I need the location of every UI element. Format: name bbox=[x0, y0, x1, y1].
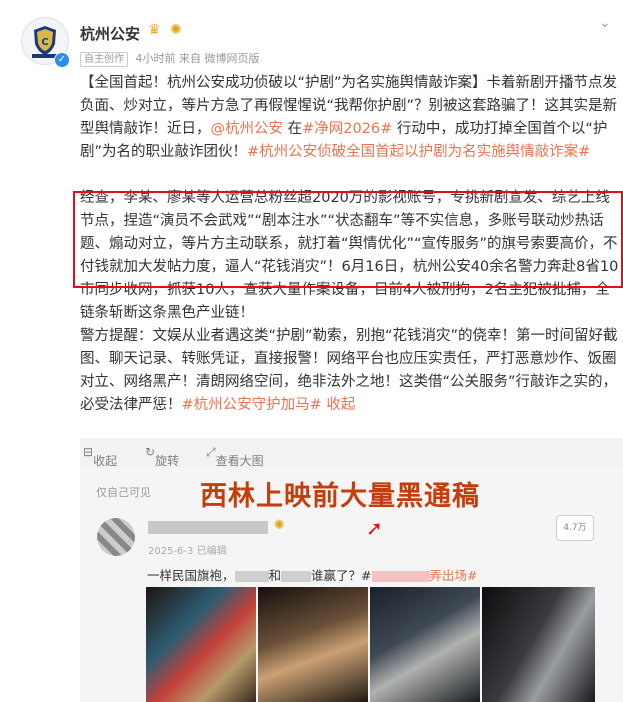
post-header: C ✓ 杭州公安 ♛ ✺ ⌄ 自主创作 4小时前 来自 微博网页版 bbox=[0, 0, 623, 72]
chevron-down-icon[interactable]: ⌄ bbox=[599, 15, 611, 31]
post-source: 来自 微博网页版 bbox=[179, 52, 260, 65]
original-tag: 自主创作 bbox=[80, 52, 128, 67]
verified-icon: ✓ bbox=[54, 52, 70, 68]
sub-post-date: 2025-6-3 已编辑 bbox=[148, 546, 227, 557]
topic-link[interactable]: #杭州公安守护加马# bbox=[182, 397, 322, 413]
svg-text:C: C bbox=[41, 37, 48, 48]
sub-post-text: 一样民国旗袍，和谁赢了？# 弄出场# bbox=[147, 568, 478, 583]
visibility-label: 仅自己可见 bbox=[96, 486, 151, 499]
blurred-name bbox=[281, 571, 312, 582]
blurred-topic bbox=[371, 571, 430, 582]
collapse-link[interactable]: 收起 bbox=[326, 397, 355, 413]
view-large-button[interactable]: ⤢ 查看大图 bbox=[206, 445, 264, 468]
annotation-arrow-icon: ➚ bbox=[366, 516, 383, 540]
blurred-name bbox=[234, 571, 269, 582]
sunflower-icon[interactable]: ✺ bbox=[170, 22, 182, 38]
sub-post-photo bbox=[370, 587, 480, 702]
overlay-caption: 西林上映前大量黑通稿 bbox=[200, 481, 480, 512]
sunflower-icon: ✺ bbox=[274, 518, 285, 533]
post-meta: 自主创作 4小时前 来自 微博网页版 bbox=[80, 50, 260, 67]
mention-link[interactable]: @杭州公安 bbox=[211, 121, 284, 137]
highlight-annotation-box bbox=[73, 191, 623, 288]
topic-link[interactable]: #杭州公安侦破全国首起以护剧为名实施舆情敲诈案# bbox=[247, 144, 590, 160]
sub-post-photo bbox=[258, 587, 368, 702]
blurred-username bbox=[148, 521, 268, 534]
paragraph-3: 警方提醒：文娱从业者遇这类“护剧”勒索，别抱“花钱消灾”的侥幸！第一时间留好截图… bbox=[80, 328, 618, 413]
sub-post-photo bbox=[146, 587, 256, 702]
collapse-button[interactable]: ⊟ 收起 bbox=[83, 445, 117, 468]
paragraph-1: 【全国首起！杭州公安成功侦破以“护剧”为名实施舆情敲诈案】卡着新剧开播节点发负面… bbox=[80, 75, 618, 160]
rotate-button[interactable]: ↻ 旋转 bbox=[145, 445, 179, 468]
crown-icon[interactable]: ♛ bbox=[148, 22, 161, 38]
sub-post-photo bbox=[482, 587, 595, 702]
blurred-avatar bbox=[97, 518, 135, 556]
repost-count: 4.7万 bbox=[556, 515, 594, 541]
topic-link[interactable]: #净网2026# bbox=[302, 121, 392, 137]
post-time[interactable]: 4小时前 bbox=[136, 52, 176, 65]
author-name[interactable]: 杭州公安 bbox=[80, 23, 140, 44]
